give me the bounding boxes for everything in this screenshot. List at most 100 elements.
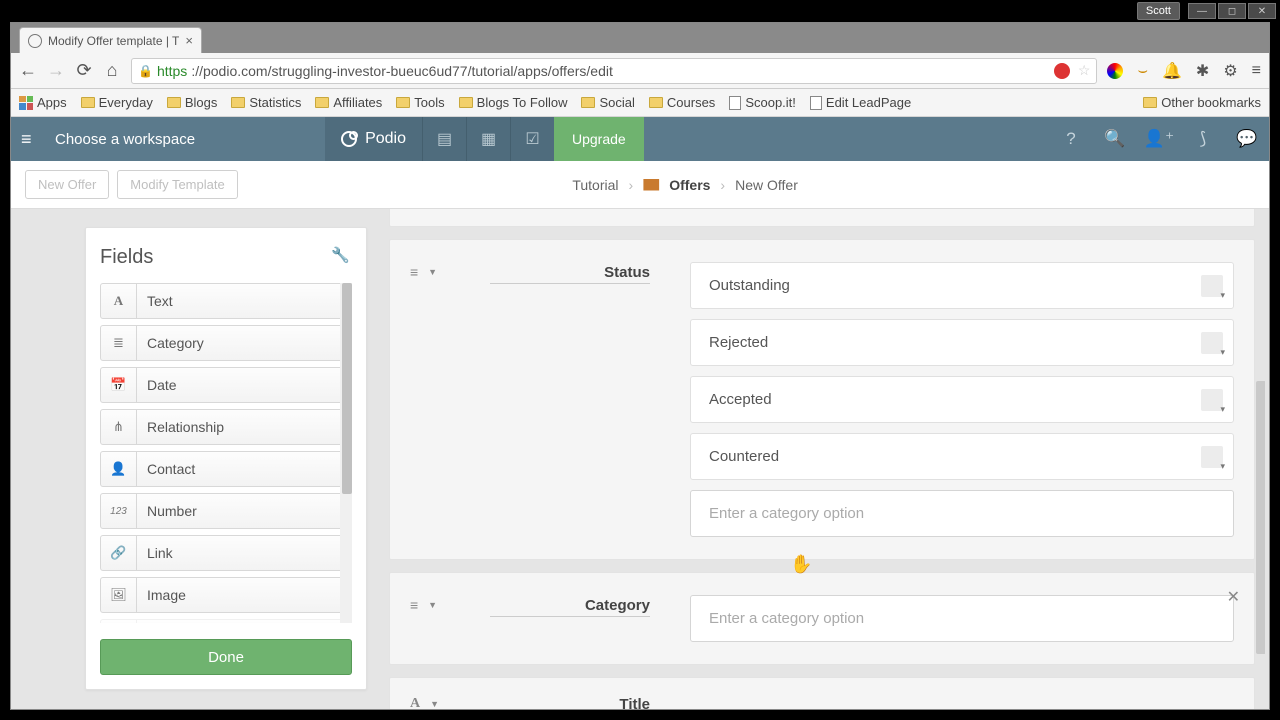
field-type-image[interactable]: 🖼 Image: [100, 577, 352, 613]
podio-logo-icon: [341, 131, 357, 147]
chevron-down-icon[interactable]: ▼: [428, 600, 437, 610]
wrench-icon[interactable]: 🔧: [331, 246, 350, 264]
drag-handle-icon[interactable]: ≡: [410, 597, 418, 613]
color-swatch[interactable]: [1201, 389, 1223, 411]
feed-icon[interactable]: ⟆: [1181, 129, 1225, 149]
window-maximize[interactable]: ◻: [1218, 3, 1246, 19]
field-type-link[interactable]: 🔗 Link: [100, 535, 352, 571]
podio-favicon-icon: [28, 34, 42, 48]
extension-amazon-icon[interactable]: ⌣: [1137, 62, 1148, 80]
field-type-date[interactable]: 📅 Date: [100, 367, 352, 403]
notifications-icon[interactable]: 🔔: [1162, 61, 1182, 81]
podio-topbar: ≡ Choose a workspace Podio ▤ ▦ ☑ Upgrade…: [11, 117, 1269, 161]
chevron-right-icon: ›: [629, 177, 634, 193]
bookmark-folder[interactable]: Everyday: [81, 95, 153, 110]
page-icon: [810, 96, 822, 110]
form-field-status[interactable]: ≡ ▼ Outstanding Rejected Accepted Counte…: [389, 239, 1255, 560]
window-titlebar: Scott — ◻ ✕: [0, 0, 1280, 22]
topbar-stream-icon[interactable]: ▤: [422, 117, 466, 161]
workspace-picker[interactable]: Choose a workspace: [55, 131, 195, 148]
field-name-input[interactable]: [490, 262, 650, 284]
bookmark-folder[interactable]: Tools: [396, 95, 444, 110]
back-button[interactable]: ←: [19, 60, 37, 81]
search-icon[interactable]: 🔍: [1093, 129, 1137, 149]
bookmark-folder[interactable]: Affiliates: [315, 95, 382, 110]
chat-icon[interactable]: 💬: [1225, 129, 1269, 149]
bookmark-folder[interactable]: Blogs To Follow: [459, 95, 568, 110]
color-swatch[interactable]: [1201, 446, 1223, 468]
window-close[interactable]: ✕: [1248, 3, 1276, 19]
field-type-text[interactable]: A Text: [100, 283, 352, 319]
crumb-offers[interactable]: Offers: [669, 177, 710, 193]
abp-icon[interactable]: [1054, 63, 1070, 79]
other-bookmarks[interactable]: Other bookmarks: [1143, 95, 1261, 110]
field-type-number[interactable]: 123 Number: [100, 493, 352, 529]
scrollbar-thumb[interactable]: [1256, 381, 1265, 654]
browser-tab[interactable]: Modify Offer template | T ×: [19, 27, 202, 53]
home-button[interactable]: ⌂: [103, 60, 121, 81]
number-type-icon: 123: [101, 494, 137, 528]
forward-button[interactable]: →: [47, 60, 65, 81]
delete-field-icon[interactable]: ✕: [1227, 587, 1240, 607]
category-option[interactable]: Rejected: [690, 319, 1234, 366]
menu-hamburger-icon[interactable]: ≡: [21, 129, 45, 150]
category-option[interactable]: Outstanding: [690, 262, 1234, 309]
bookmark-folder[interactable]: Statistics: [231, 95, 301, 110]
field-name-input[interactable]: [490, 595, 650, 617]
new-category-option-input[interactable]: [690, 490, 1234, 537]
color-swatch[interactable]: [1201, 332, 1223, 354]
reload-button[interactable]: ⟳: [75, 60, 93, 81]
field-type-contact[interactable]: 👤 Contact: [100, 451, 352, 487]
contacts-icon[interactable]: 👤⁺: [1137, 129, 1181, 149]
form-field-title[interactable]: A ▼: [389, 677, 1255, 709]
bookmark-page[interactable]: Edit LeadPage: [810, 95, 911, 110]
scrollbar-thumb[interactable]: [342, 283, 352, 494]
done-button[interactable]: Done: [100, 639, 352, 675]
chevron-down-icon[interactable]: ▼: [430, 699, 439, 709]
address-bar[interactable]: 🔒 https://podio.com/struggling-investor-…: [131, 58, 1097, 84]
chrome-menu-icon[interactable]: ≡: [1252, 62, 1261, 80]
form-field-category[interactable]: ≡ ▼ ✕: [389, 572, 1255, 665]
folder-icon: [315, 97, 329, 108]
content-scrollbar[interactable]: [1253, 215, 1265, 703]
field-type-money[interactable]: $ Money: [100, 619, 352, 623]
url-path: ://podio.com/struggling-investor-bueuc6u…: [191, 63, 613, 79]
link-type-icon: 🔗: [101, 536, 137, 570]
text-type-icon[interactable]: A: [410, 696, 420, 709]
new-offer-button[interactable]: New Offer: [25, 170, 109, 199]
apps-grid-icon: [19, 96, 33, 110]
page-icon: [729, 96, 741, 110]
modify-template-button[interactable]: Modify Template: [117, 170, 237, 199]
new-category-option-input[interactable]: [690, 595, 1234, 642]
chevron-down-icon[interactable]: ▼: [428, 267, 437, 277]
field-type-category[interactable]: ≣ Category: [100, 325, 352, 361]
color-swatch[interactable]: [1201, 275, 1223, 297]
window-minimize[interactable]: —: [1188, 3, 1216, 19]
extension-puzzle-icon[interactable]: ✱: [1196, 61, 1209, 81]
settings-gear-icon[interactable]: ⚙: [1223, 61, 1237, 81]
form-field-offer-date[interactable]: ≡: [389, 209, 1255, 227]
topbar-tasks-icon[interactable]: ☑: [510, 117, 554, 161]
extension-rainbow-icon[interactable]: [1107, 63, 1123, 79]
crumb-tutorial[interactable]: Tutorial: [572, 177, 618, 193]
fields-scrollbar[interactable]: [340, 283, 352, 623]
category-option[interactable]: Accepted: [690, 376, 1234, 423]
help-icon[interactable]: ?: [1049, 129, 1093, 149]
upgrade-button[interactable]: Upgrade: [554, 117, 644, 161]
bookmark-folder[interactable]: Social: [581, 95, 634, 110]
drag-handle-icon[interactable]: ≡: [410, 264, 418, 280]
tab-close-icon[interactable]: ×: [185, 33, 193, 48]
category-option[interactable]: Countered: [690, 433, 1234, 480]
apps-shortcut[interactable]: Apps: [19, 95, 67, 110]
folder-icon: [459, 97, 473, 108]
bookmark-folder[interactable]: Courses: [649, 95, 715, 110]
bookmark-folder[interactable]: Blogs: [167, 95, 218, 110]
field-type-relationship[interactable]: ⋔ Relationship: [100, 409, 352, 445]
topbar-calendar-icon[interactable]: ▦: [466, 117, 510, 161]
relationship-type-icon: ⋔: [101, 410, 137, 444]
bookmark-star-icon[interactable]: ☆: [1078, 62, 1091, 79]
field-name-input[interactable]: [490, 694, 650, 709]
podio-app: ≡ Choose a workspace Podio ▤ ▦ ☑ Upgrade…: [11, 117, 1269, 709]
bookmark-page[interactable]: Scoop.it!: [729, 95, 796, 110]
podio-logo[interactable]: Podio: [325, 117, 422, 161]
